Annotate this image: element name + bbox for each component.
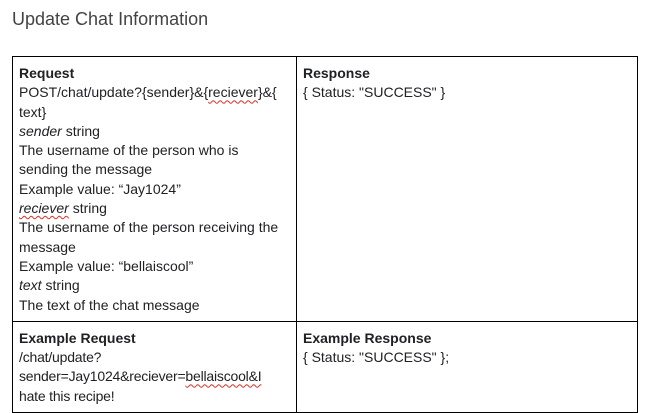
example-request-text-3: hate this recipe! [19,387,115,404]
endpoint-reciever-misspelled: reciever [208,84,258,101]
param-text-name: text [19,277,42,294]
example-response-cell[interactable]: Example Response { Status: "SUCCESS" }; [296,320,638,413]
endpoint-text-1: POST/chat/update?{sender}&{ [19,84,209,101]
param-sender-type: string [65,122,100,139]
param-sender-header: sender string [19,122,290,141]
param-text-type: string [45,277,80,294]
param-text-description: The text of the chat message [19,296,200,313]
param-reciever-header: reciever string [19,199,290,218]
endpoint-text-2: }&{ [257,84,277,101]
example-request-heading: Example Request [19,329,136,346]
api-spec-table: Request POST/chat/update?{sender}&{recie… [12,56,638,413]
example-response-body: { Status: "SUCCESS" }; [303,349,450,366]
request-cell[interactable]: Request POST/chat/update?{sender}&{recie… [12,56,297,322]
response-cell[interactable]: Response { Status: "SUCCESS" } [296,56,638,322]
endpoint-text-3: text} [19,103,47,120]
param-text-header: text string [19,276,290,295]
example-request-url: /chat/update?sender=Jay1024&reciever=bel… [19,348,290,406]
response-heading: Response [303,65,370,81]
page-title: Update Chat Information [12,9,209,29]
param-sender-name: sender [19,122,62,139]
example-response-heading: Example Response [303,329,432,346]
table-row-request-response: Request POST/chat/update?{sender}&{recie… [12,56,638,322]
example-request-text-1: /chat/update?sender=Jay1024&reciever= [19,349,186,385]
response-body: { Status: "SUCCESS" } [303,84,446,101]
param-reciever-type: string [72,200,107,217]
example-request-cell[interactable]: Example Request /chat/update?sender=Jay1… [12,320,297,413]
param-reciever-example: Example value: “bellaiscool” [19,257,194,274]
request-endpoint: POST/chat/update?{sender}&{reciever}&{ t… [19,83,290,122]
example-request-misspelled: bellaiscool&I [185,368,262,385]
param-sender-description: The username of the person who is sendin… [19,142,239,178]
request-heading: Request [19,65,75,81]
param-sender-example: Example value: “Jay1024” [19,180,181,197]
table-row-examples: Example Request /chat/update?sender=Jay1… [12,320,638,413]
param-reciever-name: reciever [19,200,69,217]
param-reciever-description: The username of the person receiving the… [19,219,279,255]
